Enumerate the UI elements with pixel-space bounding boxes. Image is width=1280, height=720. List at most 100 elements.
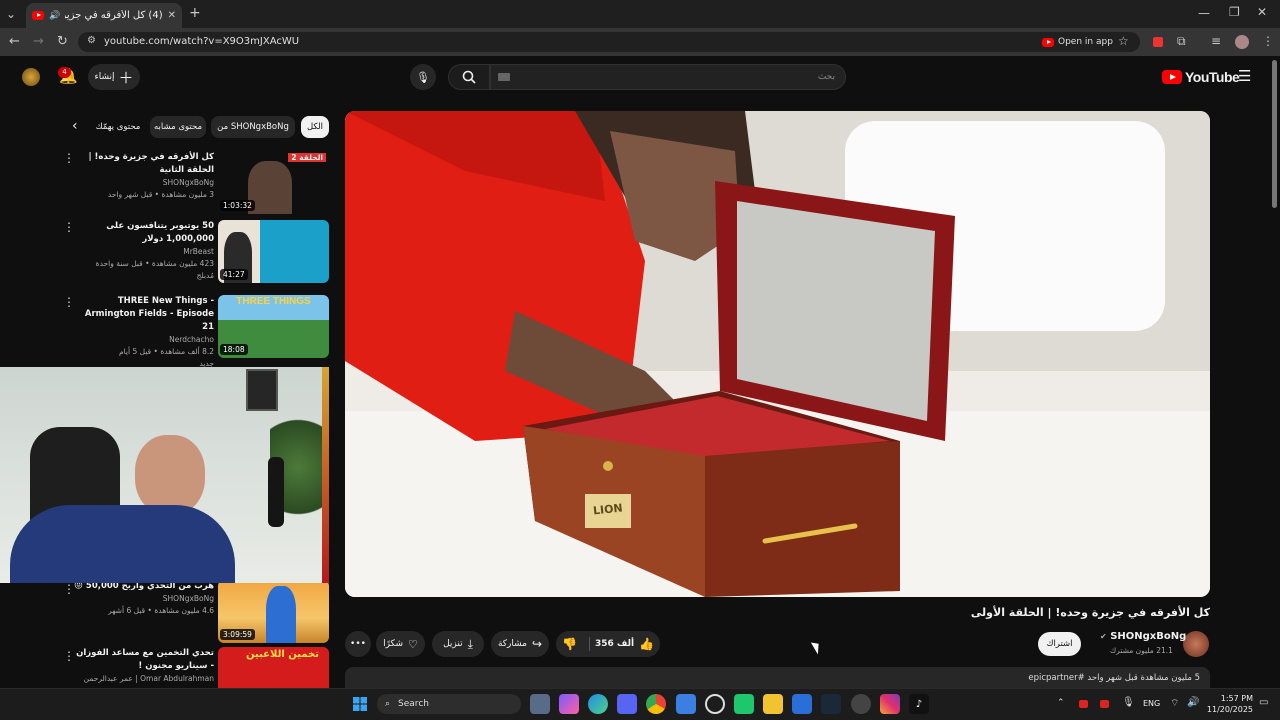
page-scrollbar[interactable] [1272, 60, 1277, 208]
taskbar-search[interactable]: ⌕ Search [377, 694, 521, 714]
tab-title: (4) كل الأفرقه في جزيرة وحده [65, 10, 163, 21]
download-icon: ⤓ [467, 636, 473, 651]
youtube-logo[interactable]: YouTube [1162, 69, 1240, 85]
tab-list-chevron-icon[interactable]: ⌄ [6, 8, 16, 20]
clock[interactable]: 1:57 PM 11/20/2025 [1205, 693, 1253, 715]
tray-mic-icon[interactable]: 🎙 [1122, 697, 1135, 708]
forward-icon[interactable]: → [33, 35, 44, 48]
related-thumbnail[interactable]: تخمين اللاعبين [218, 647, 329, 688]
related-more-icon[interactable]: ⋮ [63, 582, 75, 596]
dubbed-badge: مُدبلج [196, 271, 214, 280]
plus-icon: ＋ [118, 68, 134, 87]
related-item[interactable]: 50 يوتيوبر يتنافسون على 1,000,000 دولار … [74, 220, 214, 282]
related-more-icon[interactable]: ⋮ [63, 220, 75, 234]
site-info-icon[interactable]: ⚙ [87, 36, 96, 46]
related-thumbnail[interactable]: THREE THINGS 18:08 [218, 295, 329, 358]
search-button[interactable] [448, 64, 490, 90]
profile-avatar[interactable] [1235, 35, 1249, 49]
related-more-icon[interactable]: ⋮ [63, 649, 75, 663]
related-item[interactable]: كل الأفرقه في جزيرة وحده! | الحلقة الثان… [74, 151, 214, 201]
related-thumbnail[interactable]: 41:27 [218, 220, 329, 283]
media-control-icon[interactable]: ≡ [1211, 35, 1221, 47]
browser-menu-icon[interactable]: ⋮ [1262, 35, 1274, 47]
video-editor-icon[interactable] [792, 694, 812, 714]
more-actions-button[interactable]: ••• [345, 631, 371, 657]
app-icon[interactable] [705, 694, 725, 714]
open-in-app-button[interactable]: Open in app [1036, 34, 1119, 50]
channel-avatar-main[interactable] [1183, 631, 1209, 657]
description-box[interactable]: 5 مليون مشاهدة قبل شهر واحد #epicpartner [345, 667, 1210, 688]
tray-overflow-icon[interactable]: ⌃ [1057, 698, 1065, 708]
back-icon[interactable]: ← [9, 35, 20, 48]
instagram-icon[interactable] [880, 694, 900, 714]
steam-icon[interactable] [821, 694, 841, 714]
task-view-icon[interactable] [530, 694, 550, 714]
likes-count: 356 ألف [594, 639, 635, 649]
like-icon[interactable]: 👍 [639, 637, 654, 651]
related-more-icon[interactable]: ⋮ [63, 151, 75, 165]
subscribe-button[interactable]: اشتراك [1038, 632, 1081, 656]
related-thumbnail[interactable]: 3:09:59 [218, 580, 329, 643]
channel-avatar[interactable] [22, 68, 40, 86]
copilot-icon[interactable] [559, 694, 579, 714]
search-placeholder: بحث [817, 72, 835, 82]
bookmark-star-icon[interactable]: ☆ [1118, 35, 1129, 47]
video-player[interactable]: LION [345, 111, 1210, 597]
related-item[interactable]: تحدي التخمين مع مساعد الفوزان - سيناريو … [74, 647, 214, 685]
window-close-icon[interactable]: ✕ [1257, 6, 1267, 18]
reload-icon[interactable]: ↻ [57, 35, 68, 48]
related-meta: 4.6 مليون مشاهدة • قبل 6 أشهر [108, 606, 214, 615]
chip-related[interactable]: محتوى مشابه [150, 116, 206, 138]
language-indicator[interactable]: ENG [1143, 699, 1160, 708]
chrome-icon[interactable] [646, 694, 666, 714]
dislike-icon[interactable]: 👎 [562, 637, 590, 651]
url-text[interactable]: youtube.com/watch?v=X9O3mJXAcWU [104, 36, 299, 47]
tray-app-icon[interactable] [1079, 700, 1088, 708]
tray-app-icon[interactable] [1100, 700, 1109, 708]
capcut-icon[interactable] [734, 694, 754, 714]
related-channel: MrBeast [183, 247, 214, 256]
duration-badge: 1:03:32 [220, 200, 255, 211]
discord-icon[interactable] [617, 694, 637, 714]
open-in-app-label: Open in app [1058, 37, 1113, 47]
download-button[interactable]: تنزيل ⤓ [432, 631, 484, 657]
channel-name[interactable]: ✔ SHONgxBoNg [1100, 631, 1186, 642]
browser-tab[interactable]: 🔊 (4) كل الأفرقه في جزيرة وحده ✕ [26, 3, 182, 28]
chip-recommended[interactable]: محتوى يهمّك [92, 116, 144, 138]
wifi-icon[interactable]: ⌔ [1170, 697, 1179, 710]
guide-menu-icon[interactable]: ☰ [1238, 67, 1251, 85]
chip-from-channel[interactable]: من SHONgxBoNg [211, 116, 295, 138]
search-icon [462, 70, 476, 84]
share-icon: ↪ [532, 637, 543, 651]
related-thumbnail[interactable]: الحلقة 2 1:03:32 [218, 151, 329, 214]
duration-badge: 18:08 [220, 344, 248, 355]
tiktok-icon[interactable]: ♪ [909, 694, 929, 714]
file-explorer-icon[interactable] [763, 694, 783, 714]
chip-all[interactable]: الكل [301, 116, 329, 138]
edge-icon[interactable] [588, 694, 608, 714]
related-item[interactable]: THREE New Things - Armington Fields - Ep… [74, 295, 214, 370]
audio-icon: 🔊 [49, 10, 61, 21]
volume-icon[interactable]: 🔊 [1187, 697, 1199, 708]
voice-search-button[interactable]: 🎙 [410, 64, 436, 90]
related-item[interactable]: هرب من التحدي واربح 50,000 😝 SHONgxBoNg … [74, 580, 214, 617]
extensions-puzzle-icon[interactable]: ⧉ [1177, 35, 1186, 47]
duration-badge: 3:09:59 [220, 629, 255, 640]
obs-icon[interactable] [851, 694, 871, 714]
thanks-button[interactable]: شكرًا ♡ [376, 631, 425, 657]
verified-icon: ✔ [1100, 632, 1107, 641]
start-windows-icon[interactable] [350, 694, 370, 714]
chips-scroll-left-icon[interactable]: ‹ [72, 118, 78, 134]
download-label: تنزيل [443, 639, 463, 649]
new-tab-button[interactable]: + [189, 6, 201, 20]
share-button[interactable]: مشاركة ↪ [491, 631, 549, 657]
related-more-icon[interactable]: ⋮ [63, 295, 75, 309]
notifications-icon[interactable]: ▭ [1259, 697, 1268, 708]
extension-icon[interactable] [1153, 37, 1163, 47]
store-icon[interactable] [676, 694, 696, 714]
maximize-icon[interactable]: ❐ [1229, 6, 1240, 18]
minimize-icon[interactable]: — [1198, 7, 1210, 19]
create-button[interactable]: إنشاء ＋ [88, 64, 140, 90]
tab-close-icon[interactable]: ✕ [168, 10, 176, 21]
search-input[interactable]: بحث [490, 64, 846, 90]
